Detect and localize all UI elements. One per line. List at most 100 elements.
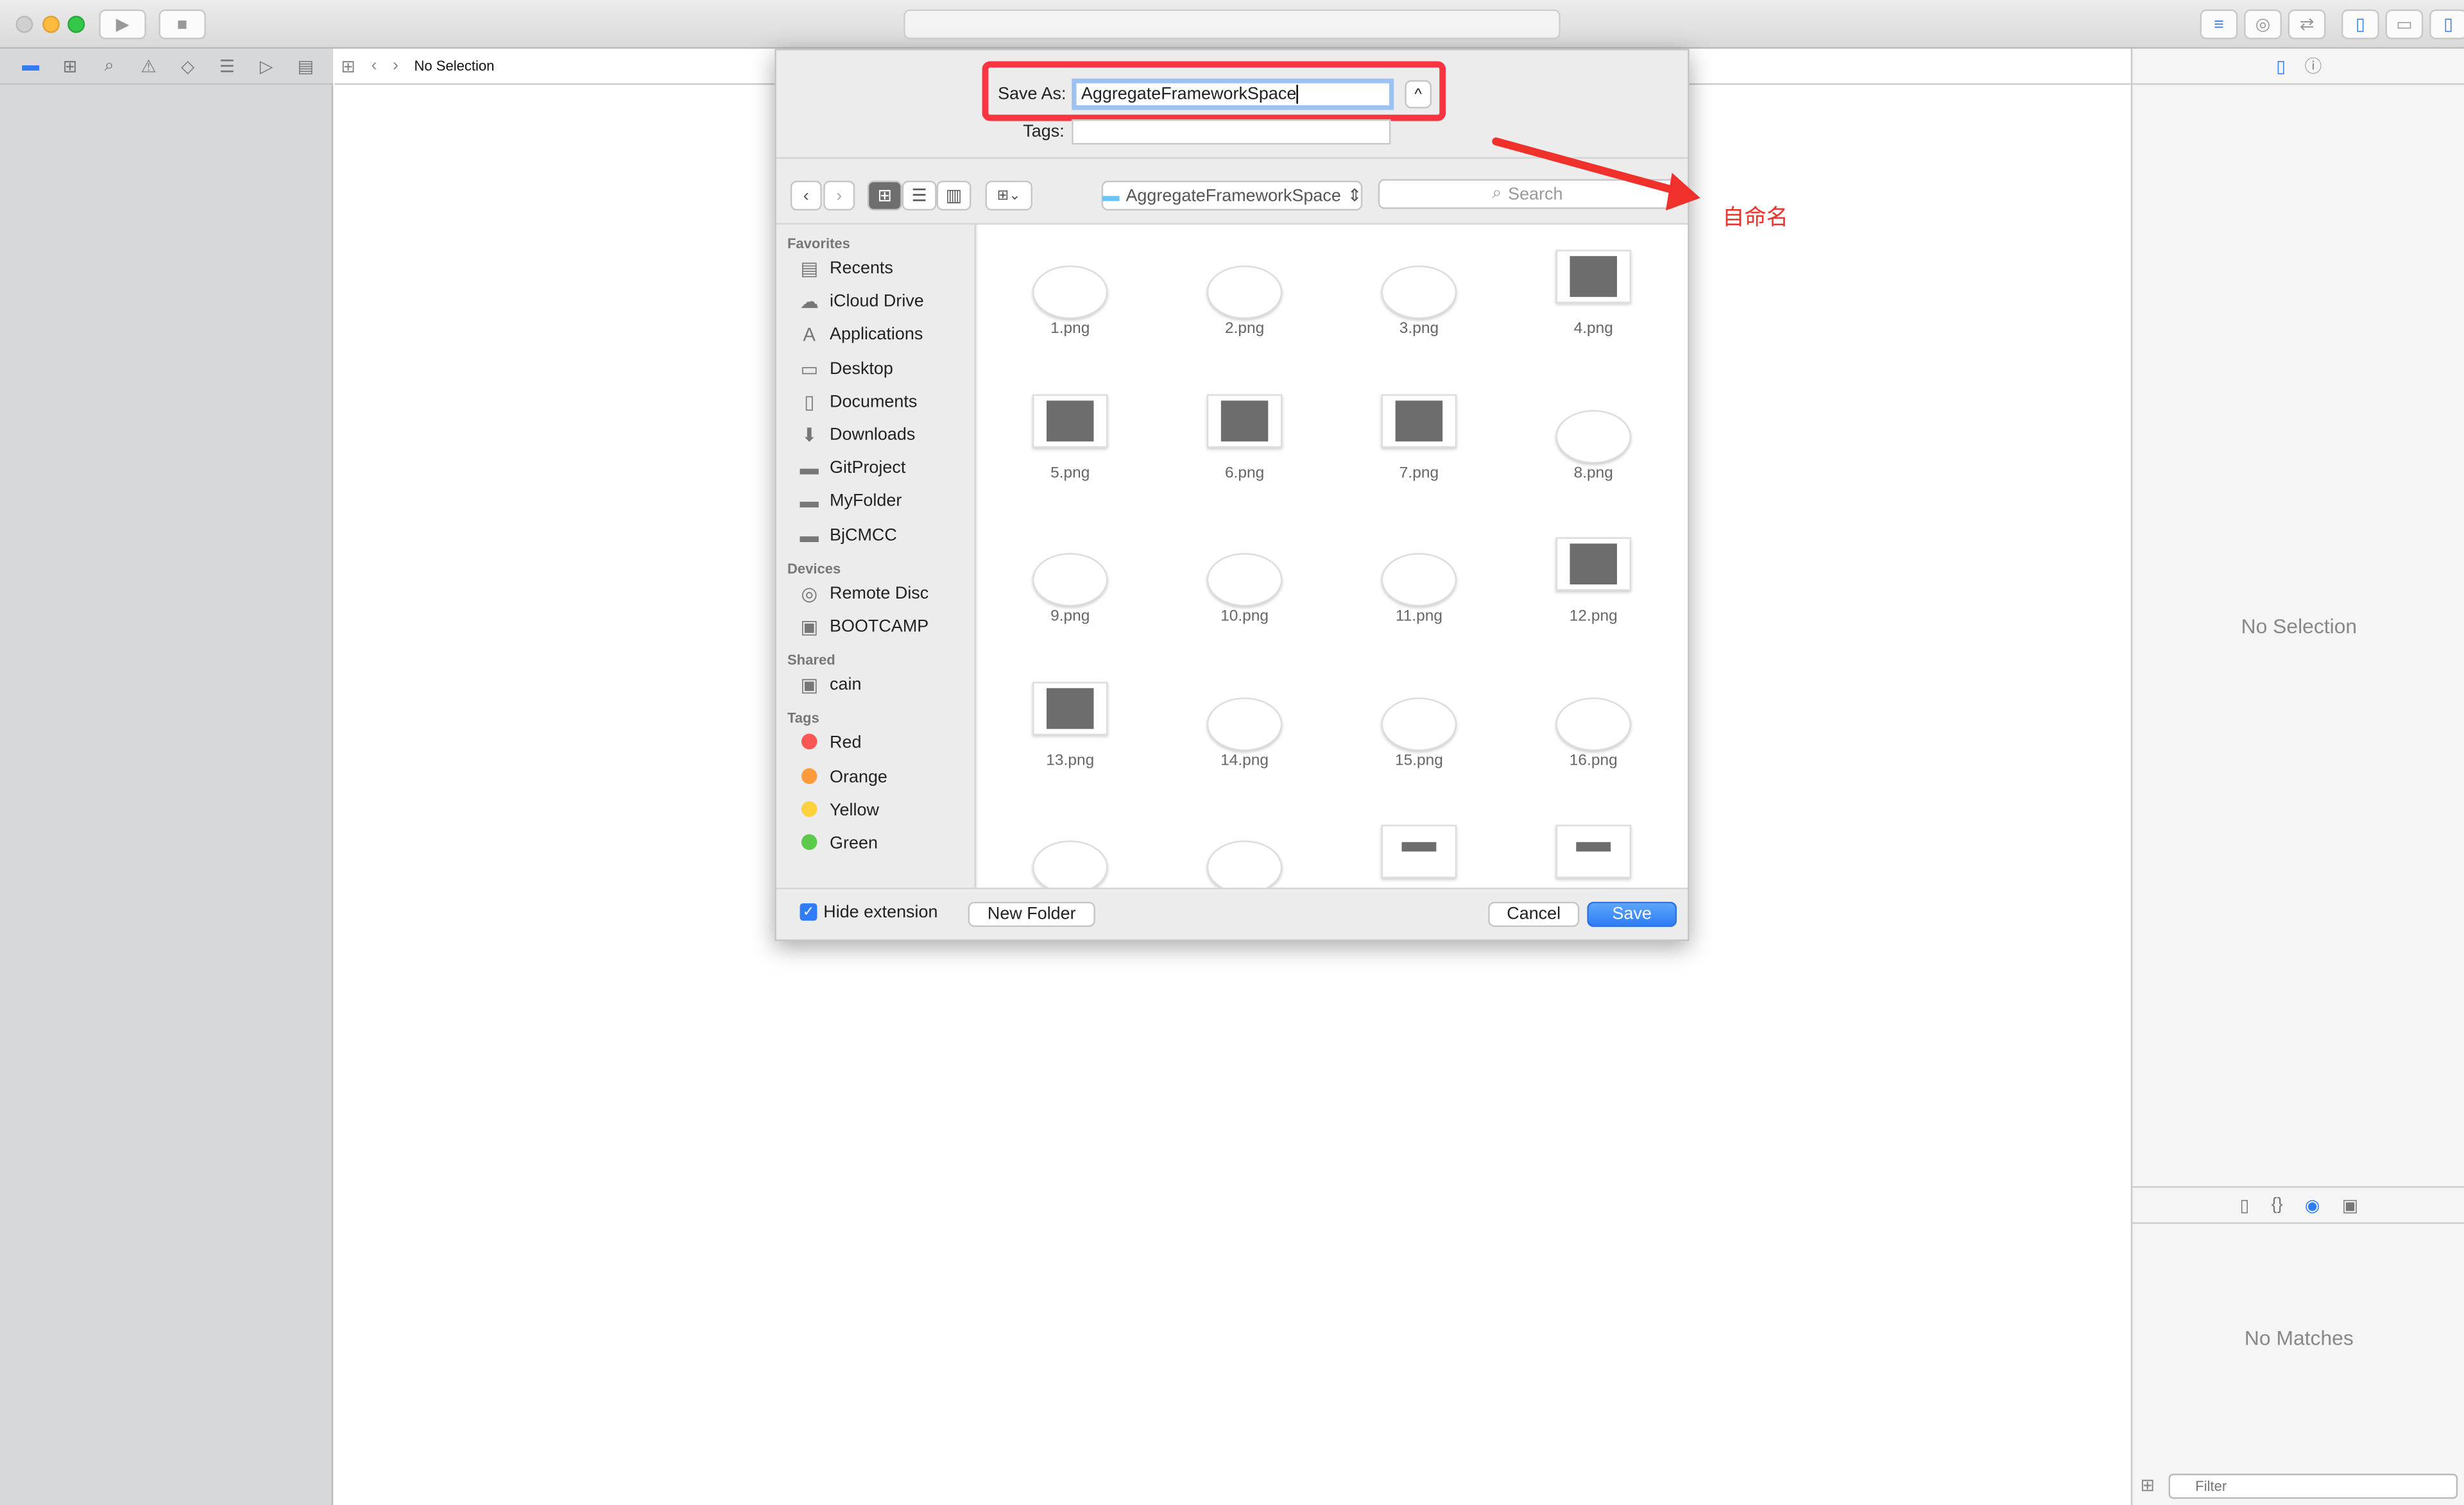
no-selection-label: No Selection <box>2241 614 2357 638</box>
file-thumbnail <box>1206 553 1283 607</box>
sidebar-item-applications[interactable]: A Applications <box>798 321 923 350</box>
sidebar-item-desktop[interactable]: ▭ Desktop <box>798 354 893 382</box>
dialog-sidebar: Favorites ▤ Recents ☁ iCloud Drive A Applicati… <box>776 225 976 888</box>
column-view-button[interactable]: ▥ <box>936 180 971 211</box>
inspector-toggle-icon[interactable]: ▯ <box>2429 9 2464 40</box>
media-library-icon[interactable]: ▣ <box>2342 1195 2358 1215</box>
object-library-icon[interactable]: ◉ <box>2305 1195 2320 1215</box>
list-view-button[interactable]: ☰ <box>902 180 937 211</box>
filter-input[interactable] <box>2168 1474 2458 1499</box>
file-thumbnail <box>1381 553 1457 607</box>
sidebar-item-downloads[interactable]: ⬇ Downloads <box>798 421 915 449</box>
location-popup[interactable]: ▬ AggregateFrameworkSpace ⇕ <box>1101 180 1363 211</box>
minimize-button[interactable] <box>42 15 60 33</box>
file-item[interactable]: 7.png <box>1348 393 1489 482</box>
grid-view-icon[interactable]: ⊞ <box>2141 1475 2155 1495</box>
cancel-button[interactable]: Cancel <box>1488 901 1580 927</box>
file-item[interactable]: 15.png <box>1348 681 1489 769</box>
sidebar-item-cain[interactable]: ▣ cain <box>798 671 861 699</box>
file-template-icon[interactable]: ▯ <box>2239 1195 2249 1215</box>
tag-color-dot-icon <box>798 799 820 821</box>
file-item[interactable]: 3.png <box>1348 250 1489 338</box>
sidebar-item-orange[interactable]: Orange <box>798 763 887 791</box>
sidebar-item-label: Documents <box>830 392 918 412</box>
assistant-editor-icon[interactable]: ◎ <box>2244 9 2282 40</box>
sidebar-item-yellow[interactable]: Yellow <box>798 796 879 824</box>
file-item[interactable]: 13.png <box>1000 681 1141 769</box>
file-item[interactable]: 9.png <box>1000 538 1141 625</box>
stop-button[interactable]: ■ <box>158 9 206 40</box>
hide-extension-checkbox[interactable]: ✓ <box>800 903 817 921</box>
debug-navigator-icon[interactable]: ☰ <box>217 56 237 76</box>
navigator-toggle-icon[interactable]: ▯ <box>2341 9 2379 40</box>
file-item[interactable] <box>1174 825 1315 888</box>
arrange-button[interactable]: ⊞⌄ <box>985 180 1032 211</box>
file-item[interactable] <box>1348 824 1489 888</box>
file-item[interactable] <box>1523 824 1664 888</box>
version-editor-icon[interactable]: ⇄ <box>2288 9 2326 40</box>
file-item[interactable]: 8.png <box>1523 393 1664 482</box>
applications-icon: A <box>803 324 816 346</box>
navigator-pane <box>0 85 334 1505</box>
file-inspector-icon[interactable]: ▯ <box>2276 56 2286 76</box>
debug-toggle-icon[interactable]: ▭ <box>2385 9 2424 40</box>
test-navigator-icon[interactable]: ◇ <box>178 56 198 76</box>
help-inspector-icon[interactable]: ⓘ <box>2305 53 2322 78</box>
sidebar-heading-tags: Tags <box>787 710 819 727</box>
code-snippet-icon[interactable]: {} <box>2272 1196 2283 1214</box>
collapse-button[interactable]: ^ <box>1405 80 1432 108</box>
sidebar-item-green[interactable]: Green <box>798 829 878 858</box>
save-button[interactable]: Save <box>1587 901 1677 927</box>
report-navigator-icon[interactable]: ▤ <box>295 56 316 76</box>
save-as-label: Save As: <box>998 85 1066 104</box>
folder-icon: ▬ <box>800 523 819 547</box>
sidebar-item-icloud-drive[interactable]: ☁ iCloud Drive <box>798 288 924 316</box>
file-name: 14.png <box>1220 751 1269 769</box>
back-icon[interactable]: ‹ <box>371 56 377 75</box>
file-item[interactable]: 6.png <box>1174 393 1315 482</box>
file-item[interactable]: 1.png <box>1000 250 1141 338</box>
breakpoint-navigator-icon[interactable]: ▷ <box>256 56 277 76</box>
sidebar-item-remote-disc[interactable]: ◎ Remote Disc <box>798 579 928 608</box>
sidebar-item-myfolder[interactable]: ▬ MyFolder <box>798 488 902 516</box>
sidebar-item-red[interactable]: Red <box>798 729 862 758</box>
related-items-icon[interactable]: ⊞ <box>341 56 355 76</box>
forward-button[interactable]: › <box>823 180 855 211</box>
file-item[interactable]: 11.png <box>1348 538 1489 625</box>
file-item[interactable]: 14.png <box>1174 681 1315 769</box>
find-navigator-icon[interactable]: ⌕ <box>99 56 119 76</box>
file-item[interactable]: 12.png <box>1523 537 1664 625</box>
back-button[interactable]: ‹ <box>790 180 822 211</box>
standard-editor-icon[interactable]: ≡ <box>2200 9 2238 40</box>
new-folder-button[interactable]: New Folder <box>968 901 1095 927</box>
drive-icon: ▣ <box>800 616 819 638</box>
save-as-input[interactable]: AggregateFrameworkSpace <box>1072 78 1394 110</box>
sidebar-item-documents[interactable]: ▯ Documents <box>798 387 917 416</box>
project-navigator-icon[interactable]: ▬ <box>21 56 41 75</box>
issue-navigator-icon[interactable]: ⚠ <box>139 56 159 76</box>
sidebar-item-gitproject[interactable]: ▬ GitProject <box>798 454 906 482</box>
file-item[interactable]: 16.png <box>1523 681 1664 769</box>
file-thumbnail <box>1381 265 1457 319</box>
tags-input[interactable] <box>1072 119 1391 145</box>
symbol-navigator-icon[interactable]: ⊞ <box>60 56 80 76</box>
zoom-button[interactable] <box>67 15 85 33</box>
sidebar-item-label: BOOTCAMP <box>830 617 929 636</box>
close-button[interactable] <box>15 15 33 33</box>
sidebar-item-bjcmcc[interactable]: ▬ BjCMCC <box>798 521 897 549</box>
run-button[interactable]: ▶ <box>99 9 146 40</box>
disc-icon: ◎ <box>801 582 818 605</box>
sidebar-item-recents[interactable]: ▤ Recents <box>798 255 893 283</box>
file-item[interactable]: 10.png <box>1174 538 1315 625</box>
file-item[interactable]: 4.png <box>1523 250 1664 338</box>
sidebar-item-label: GitProject <box>830 459 906 478</box>
file-item[interactable]: 2.png <box>1174 250 1315 338</box>
icon-view-button[interactable]: ⊞ <box>867 180 902 211</box>
file-item[interactable]: 5.png <box>1000 393 1141 482</box>
file-item[interactable] <box>1000 825 1141 888</box>
folder-icon: ▬ <box>800 491 819 513</box>
sidebar-item-bootcamp[interactable]: ▣ BOOTCAMP <box>798 613 928 641</box>
forward-icon[interactable]: › <box>393 56 398 75</box>
file-thumbnail <box>1555 824 1632 878</box>
file-thumbnail <box>1381 824 1457 878</box>
